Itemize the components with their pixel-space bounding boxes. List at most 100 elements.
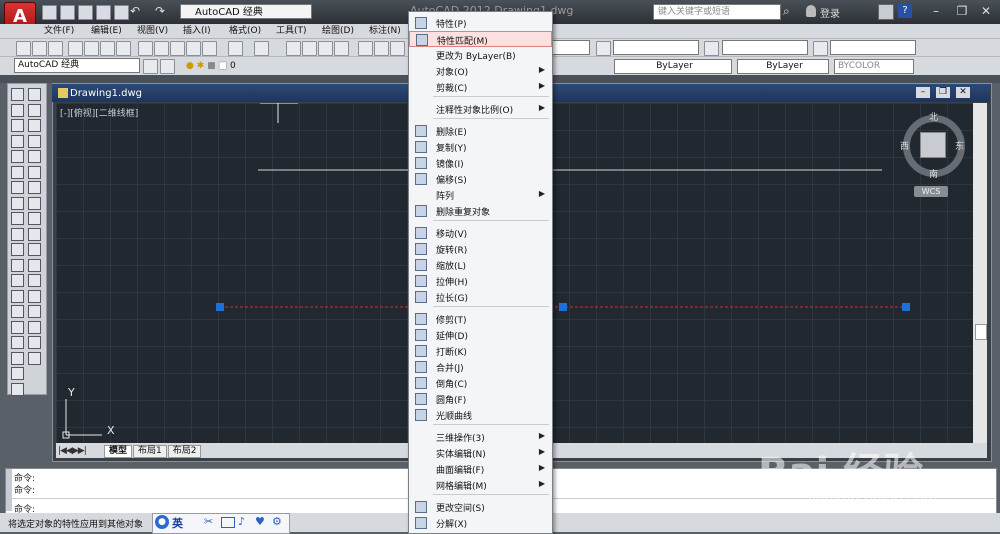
restore-icon[interactable]: ❐ bbox=[952, 3, 972, 19]
ime-keyboard-icon[interactable] bbox=[221, 517, 235, 528]
context-menu-item[interactable]: 注释性对象比例(O) ▶ bbox=[409, 101, 552, 117]
plot-icon[interactable] bbox=[68, 41, 83, 56]
ellipse-icon[interactable] bbox=[11, 227, 24, 241]
context-menu-item[interactable]: 更改空间(S) bbox=[409, 499, 552, 515]
search-input[interactable]: 键入关键字或短语 bbox=[653, 4, 781, 20]
fillet-tool-icon[interactable] bbox=[28, 320, 41, 334]
undo-icon[interactable]: ↶ bbox=[130, 4, 140, 18]
workspace-select[interactable]: AutoCAD 经典 bbox=[180, 4, 312, 19]
dim-style-combo[interactable] bbox=[613, 40, 699, 55]
lineweight-combo[interactable]: ByLayer bbox=[737, 59, 829, 74]
menu-edit[interactable]: 编辑(E) bbox=[91, 24, 122, 38]
join-tool-icon[interactable] bbox=[28, 289, 41, 303]
move-tool-icon[interactable] bbox=[28, 165, 41, 179]
ime-settings-icon[interactable]: ⚙ bbox=[272, 515, 282, 528]
context-menu-item[interactable]: 缩放(L) bbox=[409, 257, 552, 273]
publish-icon[interactable] bbox=[100, 41, 115, 56]
ime-logo-icon[interactable]: ● bbox=[155, 515, 169, 529]
ime-punct-icon[interactable]: ✂ bbox=[204, 515, 213, 528]
context-menu-item[interactable]: 复制(Y) bbox=[409, 139, 552, 155]
text-icon[interactable] bbox=[11, 367, 24, 380]
insert-block-icon[interactable] bbox=[11, 258, 24, 272]
context-menu-item[interactable]: 延伸(D) bbox=[409, 327, 552, 343]
zoom-previous-icon[interactable] bbox=[334, 41, 349, 56]
context-menu-item[interactable]: 特性匹配(M) bbox=[409, 31, 552, 47]
save-toolbar-icon[interactable] bbox=[48, 41, 63, 56]
gradient-icon[interactable] bbox=[11, 320, 24, 334]
circle-icon[interactable] bbox=[11, 181, 24, 194]
tab-model[interactable]: 模型 bbox=[104, 445, 133, 458]
table-style-icon[interactable] bbox=[704, 41, 719, 56]
match-prop-toolbar-icon[interactable] bbox=[186, 41, 201, 56]
exchange-icon[interactable] bbox=[878, 4, 894, 20]
login-link[interactable]: 登录 bbox=[820, 5, 840, 20]
context-menu-item[interactable]: 移动(V) bbox=[409, 225, 552, 241]
context-menu-item[interactable]: 旋转(R) bbox=[409, 241, 552, 257]
3d-print-icon[interactable] bbox=[116, 41, 131, 56]
dim-style-icon[interactable] bbox=[596, 41, 611, 56]
context-menu-item[interactable]: 偏移(S) bbox=[409, 171, 552, 187]
workspace-settings-icon[interactable] bbox=[143, 59, 158, 74]
rectangle-icon[interactable] bbox=[11, 150, 24, 163]
context-menu-item[interactable]: 剪裁(C) ▶ bbox=[409, 79, 552, 95]
minimize-icon[interactable]: – bbox=[926, 3, 946, 19]
context-menu-item[interactable]: 特性(P) bbox=[409, 15, 552, 31]
vertical-scroll-thumb[interactable] bbox=[975, 324, 987, 340]
context-menu-item[interactable]: 删除(E) bbox=[409, 123, 552, 139]
command-grip[interactable] bbox=[6, 469, 12, 511]
context-menu-item[interactable]: 曲面编辑(F) ▶ bbox=[409, 461, 552, 477]
tab-nav-arrows-icon[interactable]: |◀◀▶▶| bbox=[58, 446, 87, 456]
new-file-icon[interactable] bbox=[42, 5, 57, 20]
make-block-icon[interactable] bbox=[11, 274, 24, 287]
tool-palettes-icon[interactable] bbox=[390, 41, 405, 56]
menu-dimension[interactable]: 标注(N) bbox=[369, 24, 401, 38]
design-center-icon[interactable] bbox=[374, 41, 389, 56]
context-menu-item[interactable]: 拉长(G) bbox=[409, 289, 552, 305]
explode-tool-icon[interactable] bbox=[28, 351, 41, 365]
new-icon[interactable] bbox=[16, 41, 31, 56]
chamfer-tool-icon[interactable] bbox=[28, 305, 41, 318]
drawing-minimize-icon[interactable]: – bbox=[916, 87, 930, 98]
copy-tool-icon[interactable] bbox=[28, 103, 41, 117]
table-style-combo[interactable] bbox=[722, 40, 808, 55]
context-menu-item[interactable]: 实体编辑(N) ▶ bbox=[409, 445, 552, 461]
drawing-restore-icon[interactable]: ❐ bbox=[936, 87, 950, 98]
break-tool-icon[interactable] bbox=[28, 274, 41, 287]
table-icon[interactable] bbox=[11, 351, 24, 365]
construction-line-icon[interactable] bbox=[11, 103, 24, 117]
layer-combo[interactable]: ● ✱ ■ ■ 0 bbox=[186, 59, 406, 73]
context-menu-item[interactable]: 三维操作(3) ▶ bbox=[409, 429, 552, 445]
cut-icon[interactable] bbox=[138, 41, 153, 56]
layer-manager-icon[interactable] bbox=[160, 59, 175, 74]
ellipse-arc-icon[interactable] bbox=[11, 243, 24, 256]
open-file-icon[interactable] bbox=[60, 5, 75, 20]
redo-toolbar-icon[interactable] bbox=[254, 41, 269, 56]
menu-format[interactable]: 格式(O) bbox=[229, 24, 261, 38]
extend-tool-icon[interactable] bbox=[28, 243, 41, 256]
save-icon[interactable] bbox=[78, 5, 93, 20]
context-menu-item[interactable]: 镜像(I) bbox=[409, 155, 552, 171]
menu-view[interactable]: 视图(V) bbox=[137, 24, 168, 38]
search-icon[interactable]: ⌕ bbox=[783, 4, 797, 18]
properties-toolbar-icon[interactable] bbox=[358, 41, 373, 56]
open-icon[interactable] bbox=[32, 41, 47, 56]
ime-language[interactable]: 英 bbox=[172, 515, 183, 531]
redo-icon[interactable]: ↷ bbox=[155, 4, 165, 18]
pan-icon[interactable] bbox=[286, 41, 301, 56]
tab-layout1[interactable]: 布局1 bbox=[133, 445, 167, 458]
context-menu-item[interactable]: 对象(O) ▶ bbox=[409, 63, 552, 79]
trim-tool-icon[interactable] bbox=[28, 227, 41, 241]
ime-skin-icon[interactable]: ♥ bbox=[255, 515, 265, 528]
tab-layout2[interactable]: 布局2 bbox=[167, 445, 202, 458]
spline-icon[interactable] bbox=[11, 212, 24, 225]
multileader-style-combo[interactable] bbox=[830, 40, 916, 55]
region-icon[interactable] bbox=[11, 336, 24, 349]
vertical-scrollbar[interactable] bbox=[973, 103, 987, 443]
plotstyle-combo[interactable]: BYCOLOR bbox=[834, 59, 914, 74]
close-icon[interactable]: ✕ bbox=[976, 3, 996, 19]
rotate-tool-icon[interactable] bbox=[28, 181, 41, 194]
revcloud-icon[interactable] bbox=[11, 196, 24, 210]
block-editor-icon[interactable] bbox=[202, 41, 217, 56]
hatch-icon[interactable] bbox=[11, 305, 24, 318]
context-menu-item[interactable]: 阵列 ▶ bbox=[409, 187, 552, 203]
